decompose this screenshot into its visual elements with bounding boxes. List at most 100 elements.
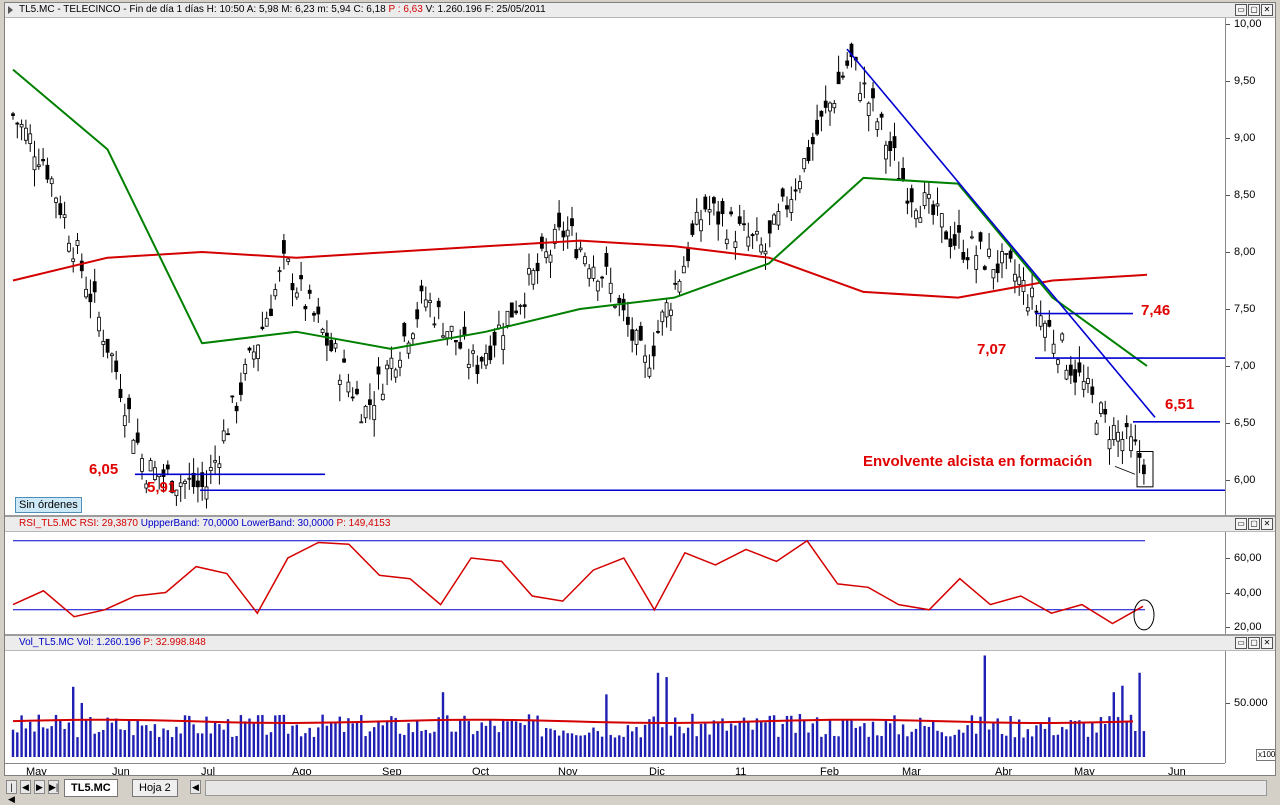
maximize-icon[interactable]: ▢ <box>1248 637 1260 649</box>
volume-bar <box>493 725 496 757</box>
volume-bar <box>63 728 66 757</box>
candle-body <box>699 219 703 232</box>
maximize-icon[interactable]: ▢ <box>1248 4 1260 16</box>
candle-body <box>587 268 592 279</box>
candle-body <box>755 230 759 235</box>
candle-body <box>832 103 837 109</box>
candle-body <box>67 242 71 252</box>
candle-body <box>982 266 987 270</box>
volume-bar <box>605 694 608 757</box>
next-sheet-button[interactable]: ▶ <box>34 780 45 794</box>
candle-body <box>316 306 321 315</box>
tab-tl5[interactable]: TL5.MC <box>64 779 118 797</box>
volume-bar <box>235 735 238 757</box>
prev-sheet-button[interactable]: ◀ <box>20 780 31 794</box>
candle-body <box>656 330 660 333</box>
volume-bar <box>699 724 703 757</box>
volume-bar <box>145 725 148 757</box>
volume-bar <box>729 723 733 757</box>
volume-bar <box>764 722 767 757</box>
tab-hoja2[interactable]: Hoja 2 <box>132 779 178 797</box>
candle-body <box>879 113 884 118</box>
candle-body <box>312 312 316 316</box>
orders-button[interactable]: Sin órdenes <box>15 497 82 513</box>
first-sheet-button[interactable]: |◀ <box>6 780 17 804</box>
candle-body <box>901 168 905 182</box>
candle-body <box>62 214 67 218</box>
annotation-pointer <box>1114 465 1136 475</box>
volume-bar <box>437 717 440 757</box>
candle-body <box>346 381 351 393</box>
rsi-chart <box>12 539 1155 631</box>
candle-body <box>127 397 131 410</box>
volume-bar <box>222 729 225 757</box>
minimize-icon[interactable]: ▭ <box>1235 637 1247 649</box>
volume-bar <box>1030 736 1034 757</box>
last-sheet-button[interactable]: ▶| <box>48 780 59 794</box>
volume-bar <box>751 729 754 757</box>
candle-body <box>729 211 733 215</box>
minimize-icon[interactable]: ▭ <box>1235 518 1247 530</box>
candle-body <box>987 248 991 257</box>
candle-body <box>458 342 463 349</box>
candle-body <box>1056 359 1060 365</box>
rsi-tick-label: 20,00 <box>1234 621 1262 633</box>
volume-bar <box>312 736 316 757</box>
candle-body <box>866 102 871 116</box>
x-tick-label: Sep <box>382 766 402 776</box>
close-icon[interactable]: ✕ <box>1261 518 1273 530</box>
candle-body <box>350 396 355 399</box>
candle-body <box>613 305 617 308</box>
volume-bar <box>213 721 217 757</box>
candle-body <box>798 181 802 190</box>
x-tick-label: Mar <box>902 766 921 776</box>
candle-body <box>1068 364 1073 376</box>
candle-body <box>630 329 635 341</box>
candle-body <box>918 217 923 223</box>
candle-body <box>28 133 33 144</box>
x-axis: May Jun Jul Ago Sep Oct Nov Dic 11 Feb M… <box>5 763 1225 776</box>
volume-bar <box>983 655 986 757</box>
close-icon[interactable]: ✕ <box>1261 4 1273 16</box>
candle-body <box>875 121 880 130</box>
volume-bar <box>476 730 479 757</box>
candle-body <box>1081 381 1086 390</box>
scale-badge[interactable]: x100 <box>1256 749 1275 761</box>
candle-body <box>591 266 596 279</box>
x-tick-label: 11 <box>735 766 747 776</box>
price-tick-label: 7,50 <box>1234 303 1256 315</box>
candle-body <box>217 463 222 468</box>
candle-body <box>260 326 265 330</box>
candle-body <box>329 339 334 352</box>
candle-body <box>677 280 682 293</box>
candle-body <box>776 211 781 226</box>
volume-bar <box>691 713 694 757</box>
candle-body <box>178 482 183 487</box>
volume-bar <box>717 722 720 757</box>
vol-panel-header: Vol_TL5.MC Vol: 1.260.196 P: 32.998.848 … <box>5 636 1275 651</box>
volume-bar <box>334 722 337 757</box>
candle-body <box>320 328 325 333</box>
volume-bar <box>76 737 79 757</box>
volume-bar <box>871 721 875 757</box>
horizontal-scrollbar[interactable] <box>205 780 1267 796</box>
candle-body <box>303 306 308 310</box>
minimize-icon[interactable]: ▭ <box>1235 4 1247 16</box>
volume-bar <box>936 730 939 757</box>
maximize-icon[interactable]: ▢ <box>1248 518 1260 530</box>
close-icon[interactable]: ✕ <box>1261 637 1273 649</box>
scroll-left-button[interactable]: ◀ <box>190 780 201 794</box>
volume-bar <box>299 736 303 757</box>
candle-body <box>1103 408 1108 415</box>
volume-bar <box>261 714 264 757</box>
candle-body <box>570 218 574 227</box>
volume-bar <box>566 733 569 757</box>
candle-body <box>802 158 807 170</box>
volume-bar <box>67 722 71 757</box>
volume-bar <box>506 721 509 757</box>
candle-body <box>436 300 441 308</box>
volume-bar <box>932 721 935 757</box>
volume-bar <box>583 735 587 757</box>
candle-body <box>286 258 291 262</box>
volume-bar <box>846 719 849 757</box>
